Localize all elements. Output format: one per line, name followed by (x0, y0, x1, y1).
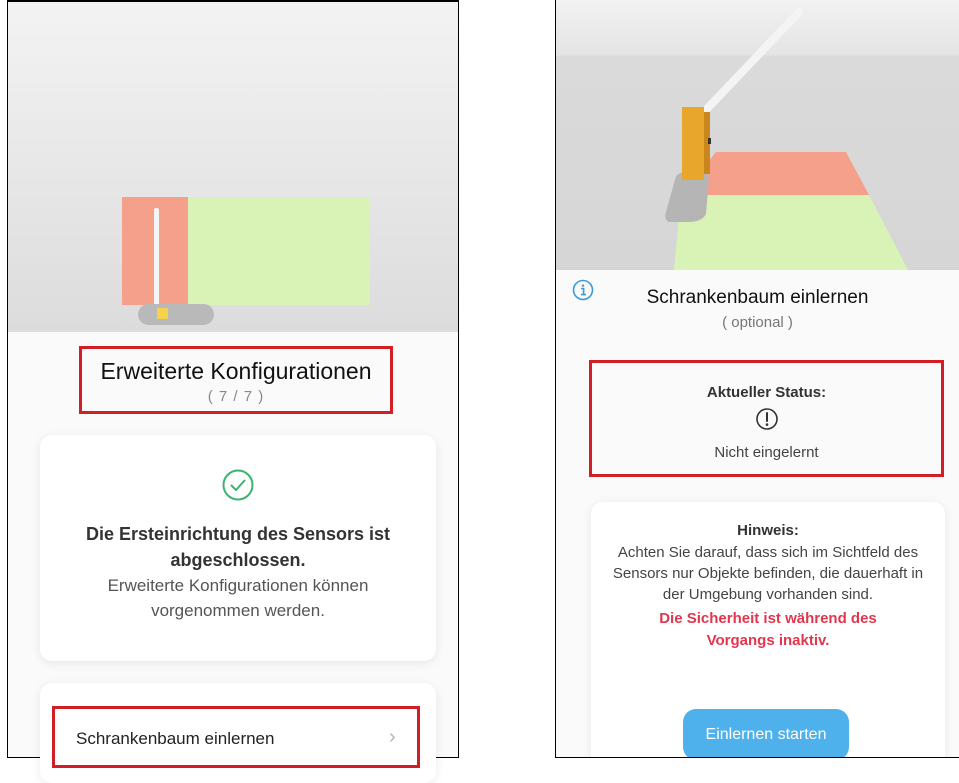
status-label: Aktueller Status: (706, 384, 827, 401)
step-indicator: ( 7 / 7 ) (207, 388, 265, 405)
scene-illustration (665, 8, 908, 270)
status-value: Nicht eingelernt (714, 444, 819, 461)
barrier-boom (700, 8, 803, 116)
setup-complete-text: Erweiterte Konfigurationen können vorgen… (107, 576, 369, 620)
barrier-base (138, 304, 214, 325)
barrier-post (682, 107, 704, 180)
hint-text: Achten Sie darauf, dass sich im Sichtfel… (612, 544, 924, 603)
title-highlight: Erweiterte Konfigurationen ( 7 / 7 ) (79, 346, 393, 414)
detection-zone-green (188, 197, 370, 305)
page-subtitle: ( optional ) (722, 314, 793, 331)
start-teaching-button[interactable]: Einlernen starten (683, 709, 849, 757)
page-title: Erweiterte Konfigurationen (100, 358, 372, 384)
sensor-scene-3d-view (556, 0, 959, 270)
current-status-highlight: Aktueller Status: Nicht eingelernt (589, 360, 944, 477)
page-title: Schrankenbaum einlernen (646, 287, 869, 308)
barrier-post (157, 308, 168, 319)
phone-screen-right: Schrankenbaum einlernen ( optional ) Akt… (555, 0, 959, 758)
check-circle-icon (222, 469, 254, 501)
detection-zone-green (674, 195, 908, 270)
exclamation-circle-icon (755, 408, 778, 430)
safety-warning: Die Sicherheit ist während des Vorgangs … (659, 610, 877, 649)
hint-label: Hinweis: (737, 522, 799, 539)
barrier-boom (154, 208, 159, 308)
hint-card: Hinweis: Achten Sie darauf, dass sich im… (591, 502, 945, 757)
setup-complete-card: Die Ersteinrichtung des Sensors ist abge… (40, 435, 436, 661)
nav-item-label[interactable]: Schrankenbaum einlernen (76, 729, 274, 749)
sensor-scene-top-view (8, 2, 458, 332)
chevron-right-icon[interactable]: › (389, 726, 396, 749)
setup-complete-heading: Die Ersteinrichtung des Sensors ist abge… (85, 524, 391, 570)
